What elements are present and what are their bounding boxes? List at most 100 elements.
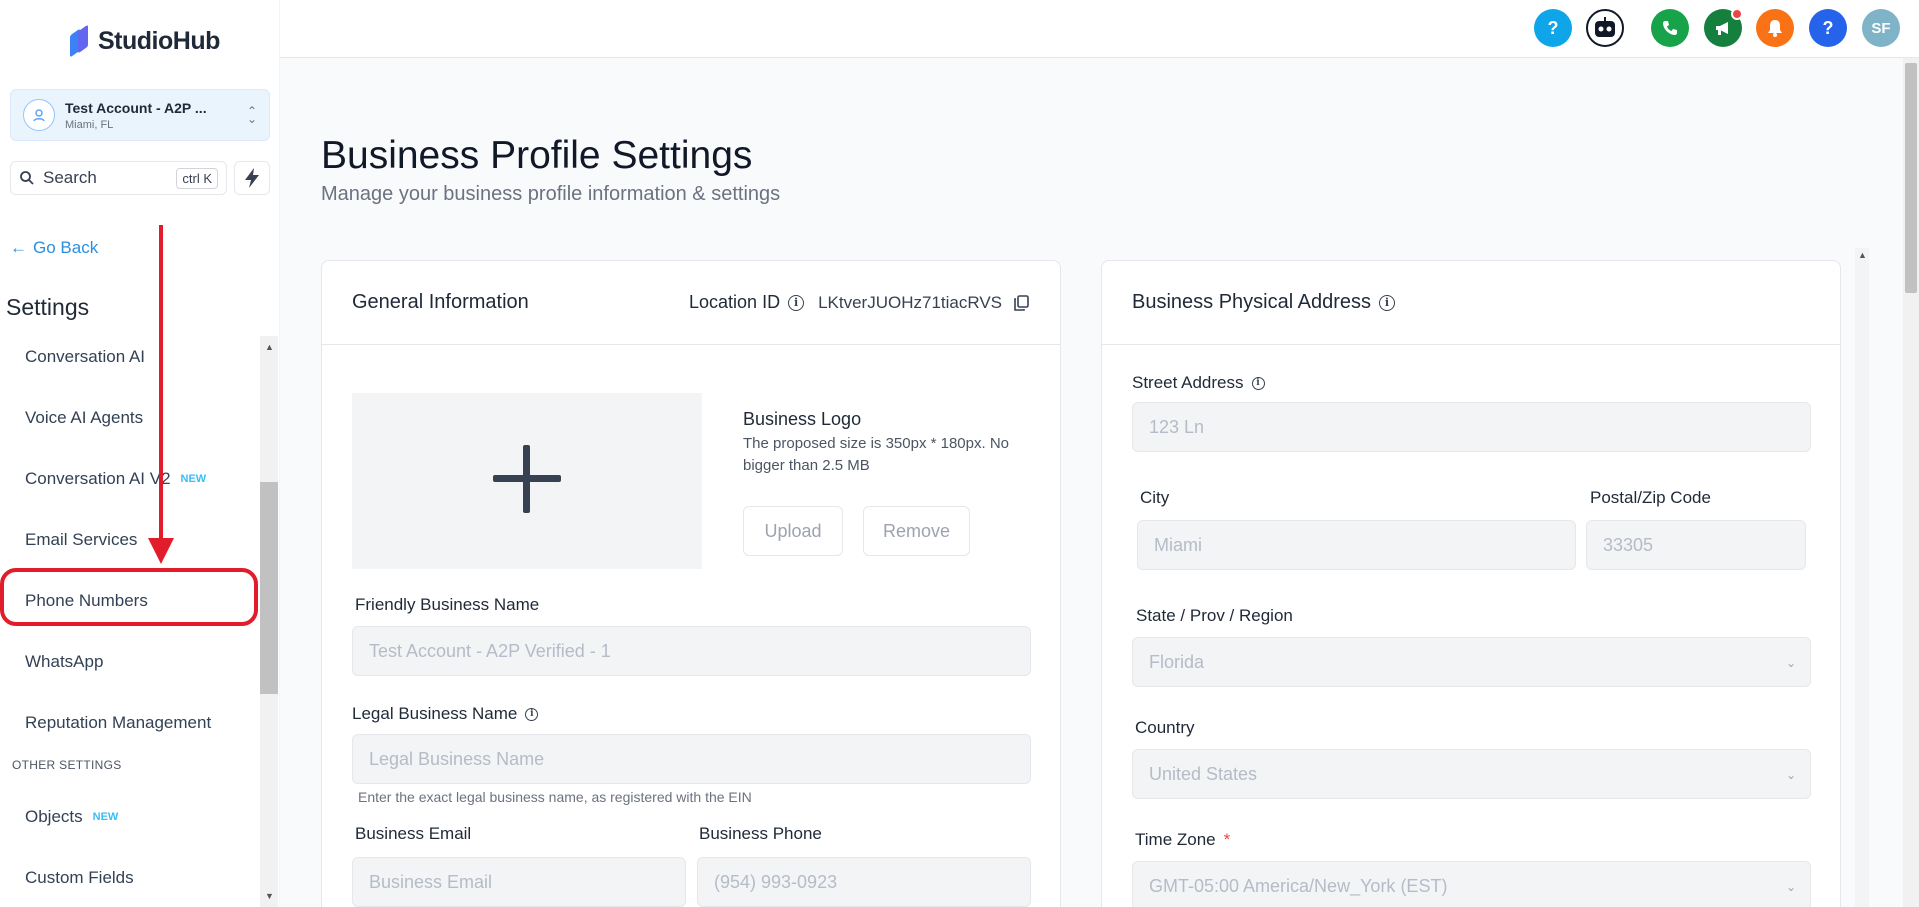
annotation-arrow-head bbox=[148, 538, 174, 564]
business-phone-label: Business Phone bbox=[699, 824, 822, 843]
info-icon[interactable]: i bbox=[1379, 294, 1396, 311]
copy-icon[interactable] bbox=[1012, 294, 1030, 312]
content-scrollbar[interactable]: ▲ bbox=[1855, 248, 1869, 907]
legal-name-label: Legal Business Name bbox=[352, 704, 518, 723]
friendly-name-input[interactable]: Test Account - A2P Verified - 1 bbox=[352, 626, 1031, 676]
sidebar-item-email-services[interactable]: Email Services bbox=[0, 515, 258, 565]
country-select[interactable]: United States ⌄ bbox=[1132, 749, 1811, 799]
info-icon[interactable]: i bbox=[788, 294, 805, 311]
sidebar-scrollbar[interactable]: ▲ ▼ bbox=[260, 336, 278, 907]
search-icon bbox=[20, 171, 34, 185]
general-information-card: General Information Location ID i LKtver… bbox=[321, 260, 1061, 907]
plus-icon-bar bbox=[493, 475, 561, 482]
quick-actions-button[interactable] bbox=[234, 161, 270, 195]
business-phone-input[interactable]: (954) 993-0923 bbox=[697, 857, 1031, 907]
general-information-heading: General Information bbox=[352, 291, 529, 313]
business-logo-description: The proposed size is 350px * 180px. No b… bbox=[743, 435, 1009, 474]
lightning-icon bbox=[245, 168, 259, 188]
required-marker: * bbox=[1223, 830, 1231, 849]
search-input[interactable]: Search ctrl K bbox=[10, 161, 227, 195]
sidebar-item-reputation-management[interactable]: Reputation Management bbox=[0, 698, 258, 748]
state-select[interactable]: Florida ⌄ bbox=[1132, 637, 1811, 687]
annotation-arrow bbox=[159, 225, 163, 543]
sidebar-item-label: Custom Fields bbox=[25, 868, 134, 887]
friendly-name-label: Friendly Business Name bbox=[355, 595, 540, 614]
ai-bot-icon[interactable] bbox=[1586, 9, 1624, 47]
chevron-down-icon: ⌄ bbox=[1785, 880, 1796, 894]
timezone-value: GMT-05:00 America/New_York (EST) bbox=[1149, 875, 1448, 896]
other-settings-heading: OTHER SETTINGS bbox=[12, 758, 122, 772]
location-id-value: LKtverJUOHz71tiacRVS bbox=[818, 292, 1002, 312]
upload-button[interactable]: Upload bbox=[743, 506, 843, 556]
logo-icon bbox=[68, 24, 92, 58]
info-icon[interactable]: i bbox=[525, 707, 539, 721]
business-email-input[interactable]: Business Email bbox=[352, 857, 686, 907]
chevron-down-icon: ⌄ bbox=[1785, 768, 1796, 782]
zip-input[interactable]: 33305 bbox=[1586, 520, 1806, 570]
scroll-up-icon[interactable]: ▲ bbox=[1858, 250, 1867, 260]
city-input[interactable]: Miami bbox=[1137, 520, 1576, 570]
business-address-heading: Business Physical Address bbox=[1132, 291, 1372, 313]
page-subtitle: Manage your business profile information… bbox=[321, 183, 781, 205]
brand-name: StudioHub bbox=[98, 26, 220, 55]
remove-button[interactable]: Remove bbox=[863, 506, 970, 556]
country-label: Country bbox=[1135, 718, 1195, 737]
street-label-row: Street Address i bbox=[1132, 373, 1265, 393]
state-label: State / Prov / Region bbox=[1136, 606, 1293, 625]
sidebar-item-whatsapp[interactable]: WhatsApp bbox=[0, 637, 258, 687]
support-icon[interactable]: ? bbox=[1809, 9, 1847, 47]
business-email-label: Business Email bbox=[355, 824, 472, 843]
go-back-link[interactable]: ← Go Back bbox=[10, 238, 98, 258]
location-pin-icon bbox=[23, 99, 55, 131]
new-badge: NEW bbox=[92, 811, 119, 823]
settings-heading: Settings bbox=[6, 294, 90, 320]
user-initials: SF bbox=[1871, 19, 1891, 37]
sidebar-item-label: Conversation AI V2 bbox=[25, 469, 171, 488]
sidebar-item-conversation-ai[interactable]: Conversation AI bbox=[0, 332, 258, 382]
scroll-down-icon[interactable]: ▼ bbox=[265, 891, 274, 901]
go-back-label: Go Back bbox=[33, 238, 99, 257]
sidebar-item-label: WhatsApp bbox=[25, 652, 104, 671]
sidebar-item-label: Objects bbox=[25, 807, 83, 826]
sidebar-scroll-thumb[interactable] bbox=[260, 482, 278, 694]
location-id-label: Location ID bbox=[689, 292, 781, 312]
help-icon[interactable]: ? bbox=[1534, 9, 1572, 47]
sidebar-item-conversation-ai-v2[interactable]: Conversation AI V2 NEW bbox=[0, 454, 258, 504]
timezone-select[interactable]: GMT-05:00 America/New_York (EST) ⌄ bbox=[1132, 861, 1811, 907]
logo-upload-dropzone[interactable] bbox=[352, 393, 702, 569]
city-label: City bbox=[1140, 488, 1170, 507]
sidebar-item-voice-ai-agents[interactable]: Voice AI Agents bbox=[0, 393, 258, 443]
street-address-input[interactable]: 123 Ln bbox=[1132, 402, 1811, 452]
arrow-left-icon: ← bbox=[10, 238, 27, 257]
sidebar-item-objects[interactable]: Objects NEW bbox=[0, 792, 258, 842]
business-logo-title: Business Logo bbox=[743, 409, 862, 429]
announcements-icon[interactable] bbox=[1704, 8, 1743, 47]
search-shortcut: ctrl K bbox=[176, 167, 218, 189]
sidebar-item-label: Voice AI Agents bbox=[25, 408, 144, 427]
sidebar-item-custom-fields[interactable]: Custom Fields bbox=[0, 853, 258, 903]
timezone-label: Time Zone bbox=[1135, 830, 1216, 849]
phone-icon[interactable] bbox=[1651, 9, 1689, 47]
new-badge: NEW bbox=[180, 473, 207, 485]
account-switcher[interactable]: Test Account - A2P ... Miami, FL ⌃ ⌄ bbox=[10, 89, 270, 141]
chevron-updown-icon: ⌃ ⌄ bbox=[246, 104, 257, 126]
brand-logo[interactable]: StudioHub bbox=[68, 24, 220, 58]
search-label: Search bbox=[43, 168, 97, 187]
general-information-header: General Information Location ID i LKtver… bbox=[322, 261, 1060, 345]
top-bar: ? ? SF bbox=[280, 0, 1919, 58]
legal-name-input[interactable]: Legal Business Name bbox=[352, 734, 1031, 784]
page-scrollbar[interactable] bbox=[1903, 58, 1919, 907]
user-avatar[interactable]: SF bbox=[1862, 9, 1900, 47]
bell-icon[interactable] bbox=[1756, 9, 1794, 47]
annotation-highlight bbox=[0, 568, 258, 626]
chevron-down-icon: ⌄ bbox=[1785, 656, 1796, 670]
info-icon[interactable]: i bbox=[1251, 376, 1265, 390]
sidebar-item-label: Conversation AI bbox=[25, 347, 146, 366]
street-address-label: Street Address bbox=[1132, 373, 1244, 392]
legal-name-hint: Enter the exact legal business name, as … bbox=[358, 789, 752, 805]
page-scroll-thumb[interactable] bbox=[1905, 63, 1917, 293]
country-value: United States bbox=[1149, 763, 1258, 784]
scroll-up-icon[interactable]: ▲ bbox=[265, 342, 274, 352]
account-location: Miami, FL bbox=[65, 118, 114, 131]
timezone-label-row: Time Zone * bbox=[1135, 830, 1230, 850]
